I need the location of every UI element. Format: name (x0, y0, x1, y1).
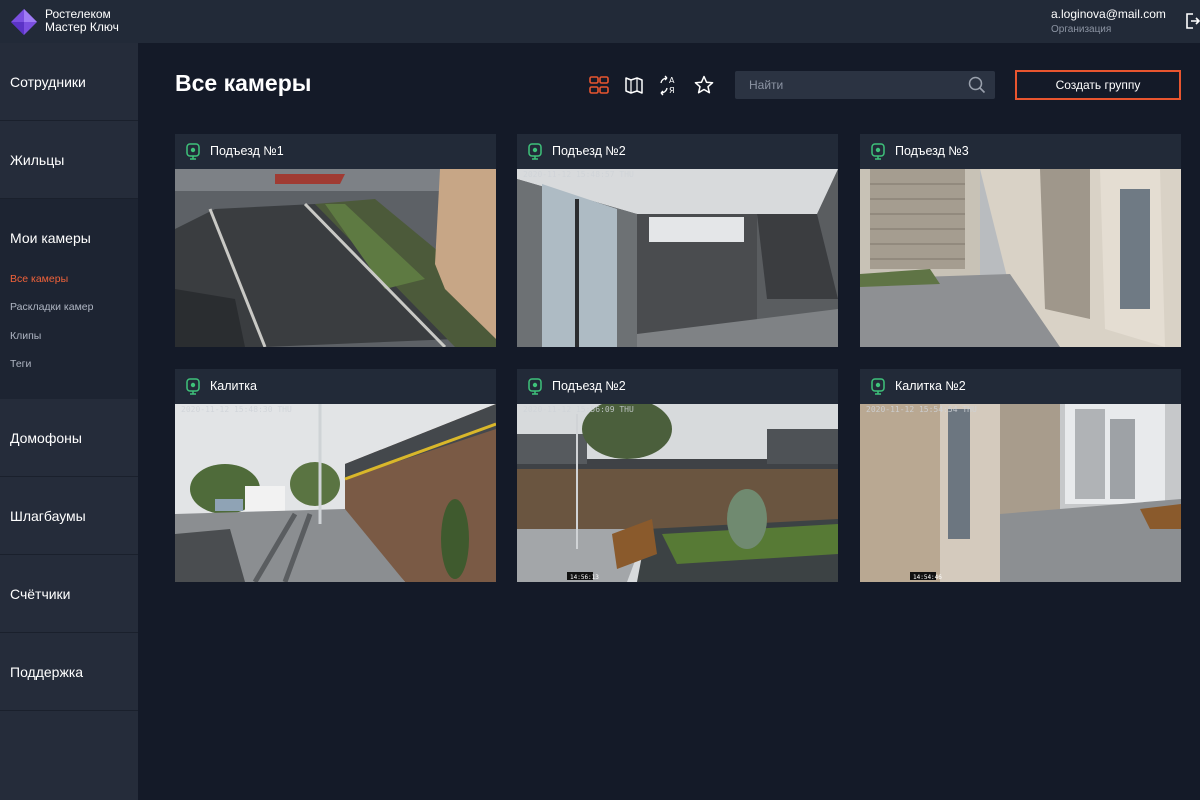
search-input[interactable] (735, 71, 960, 99)
search-box (735, 71, 995, 99)
camera-card[interactable]: Подъезд №2 2020-11-12 15:56:09 THU 14:56… (517, 369, 838, 582)
camera-name: Подъезд №3 (895, 144, 969, 158)
grid-view-icon[interactable] (588, 74, 610, 96)
svg-text:Я: Я (669, 86, 675, 95)
top-bar: Ростелеком Мастер Ключ a.loginova@mail.c… (0, 0, 1200, 43)
camera-card-header: Подъезд №3 (860, 134, 1181, 169)
camera-card-header: Калитка №2 (860, 369, 1181, 404)
user-email[interactable]: a.loginova@mail.com (1051, 7, 1166, 21)
brand-name: Ростелеком Мастер Ключ (45, 8, 119, 34)
camera-card[interactable]: Подъезд №3 (860, 134, 1181, 347)
submenu-clips[interactable]: Клипы (10, 330, 41, 342)
favorites-star-icon[interactable] (693, 74, 715, 96)
submenu-camera-layouts[interactable]: Раскладки камер (10, 301, 94, 313)
camera-name: Подъезд №2 (552, 144, 626, 158)
create-group-button[interactable]: Создать группу (1015, 70, 1181, 100)
camera-osd-timestamp: 2020-11-12 15:48:30 THU (181, 405, 292, 414)
camera-card[interactable]: Калитка 2020-11-12 15:48:30 THU (175, 369, 496, 582)
camera-preview[interactable]: 2020-11-12 15:48:30 THU (175, 404, 496, 582)
camera-status-icon (186, 143, 200, 160)
camera-status-icon (528, 378, 542, 395)
camera-card-header: Подъезд №1 (175, 134, 496, 169)
camera-osd-timestamp: 2020-11-12 15:56:09 THU (523, 405, 634, 414)
brand-line-2: Мастер Ключ (45, 20, 119, 34)
sidebar: Сотрудники Жильцы Мои камеры Все камеры … (0, 43, 138, 800)
sidebar-item-intercoms[interactable]: Домофоны (0, 399, 138, 477)
search-icon[interactable] (968, 76, 986, 94)
camera-name: Подъезд №2 (552, 379, 626, 393)
sidebar-item-employees[interactable]: Сотрудники (0, 43, 138, 121)
sidebar-item-label: Поддержка (10, 664, 84, 680)
camera-card-header: Подъезд №2 (517, 369, 838, 404)
sidebar-item-label: Мои камеры (10, 230, 91, 246)
camera-preview[interactable]: 2020-11-12 15:54:54 THU 14:54:46 (860, 404, 1181, 582)
brand-logo-icon[interactable] (10, 8, 38, 36)
camera-card-header: Калитка (175, 369, 496, 404)
camera-card-header: Подъезд №2 (517, 134, 838, 169)
sidebar-item-residents[interactable]: Жильцы (0, 121, 138, 199)
camera-osd-timestamp: 2020-11-12 15:54:54 THU (866, 405, 977, 414)
camera-status-icon (871, 378, 885, 395)
submenu-all-cameras[interactable]: Все камеры (10, 273, 68, 285)
camera-status-icon (186, 378, 200, 395)
camera-preview[interactable] (175, 169, 496, 347)
camera-status-icon (871, 143, 885, 160)
sidebar-item-label: Шлагбаумы (10, 508, 86, 524)
camera-card[interactable]: Калитка №2 2020-11-12 15:54:54 THU 14:54… (860, 369, 1181, 582)
camera-preview[interactable]: 2020-11-12 15:56:09 THU 14:56:13 (517, 404, 838, 582)
camera-name: Подъезд №1 (210, 144, 284, 158)
sidebar-item-meters[interactable]: Счётчики (0, 555, 138, 633)
camera-osd-timestamp: 2020-11-12 15:48:57 THU (523, 170, 634, 179)
camera-preview[interactable]: 2020-11-12 15:48:57 THU (517, 169, 838, 347)
sidebar-item-label: Сотрудники (10, 74, 86, 90)
sidebar-item-label: Домофоны (10, 430, 82, 446)
sidebar-item-support[interactable]: Поддержка (0, 633, 138, 711)
camera-card[interactable]: Подъезд №1 (175, 134, 496, 347)
user-organization: Организация (1051, 24, 1112, 35)
camera-name: Калитка (210, 379, 257, 393)
submenu-tags[interactable]: Теги (10, 358, 31, 370)
sidebar-item-label: Счётчики (10, 586, 71, 602)
map-view-icon[interactable] (623, 74, 645, 96)
camera-name: Калитка №2 (895, 379, 966, 393)
camera-card[interactable]: Подъезд №2 2020-11-12 15:48:57 THU (517, 134, 838, 347)
camera-status-icon (528, 143, 542, 160)
logout-icon[interactable] (1184, 12, 1200, 30)
sidebar-item-barriers[interactable]: Шлагбаумы (0, 477, 138, 555)
camera-preview[interactable] (860, 169, 1181, 347)
sidebar-item-label: Жильцы (10, 152, 65, 168)
camera-time-badge: 14:56:13 (570, 574, 599, 581)
svg-text:A: A (669, 76, 675, 85)
sidebar-item-my-cameras[interactable]: Мои камеры Все камеры Раскладки камер Кл… (0, 199, 138, 399)
page-title: Все камеры (175, 70, 312, 96)
camera-time-badge: 14:54:46 (913, 574, 942, 581)
sort-alpha-icon[interactable]: A Я (658, 74, 680, 96)
